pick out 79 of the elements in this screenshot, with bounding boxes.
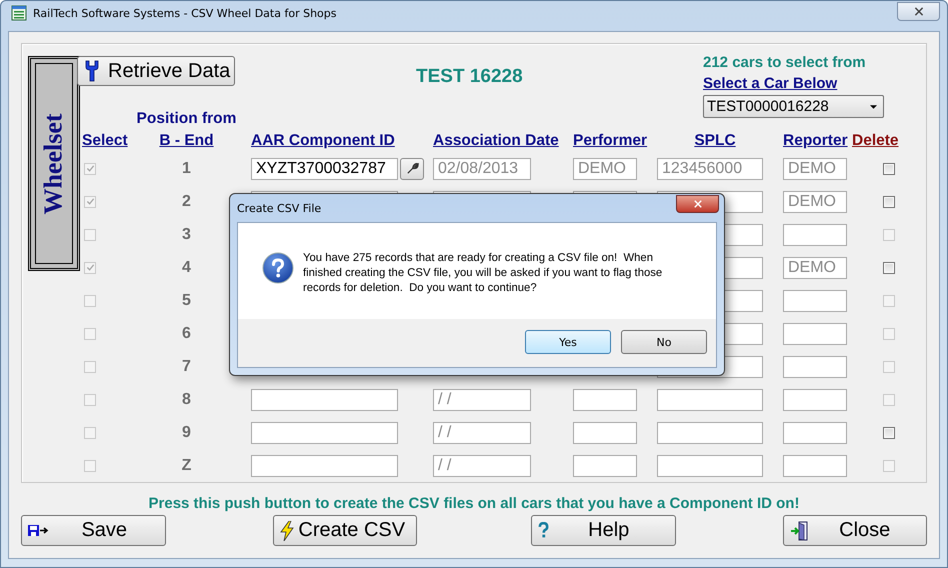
component-id-field[interactable] <box>251 422 398 444</box>
select-car-label: Select a Car Below <box>703 75 838 92</box>
hint-text: Press this push button to create the CSV files on all cars that you have a Component ID on! <box>148 495 800 512</box>
component-id-field[interactable] <box>251 454 398 476</box>
reporter-field[interactable] <box>783 356 847 378</box>
component-id-field[interactable]: XYZT3700032787 <box>251 158 398 180</box>
splc-field[interactable] <box>657 454 763 476</box>
delete-checkbox[interactable] <box>882 426 894 438</box>
select-checkbox[interactable] <box>84 394 96 406</box>
car-count-label: 212 cars to select from <box>703 54 867 71</box>
car-title: TEST 16228 <box>416 66 524 88</box>
close-icon <box>692 200 702 208</box>
position-label: 8 <box>182 390 191 408</box>
select-checkbox[interactable] <box>84 360 96 372</box>
dialog-button[interactable]: Yes <box>525 330 611 354</box>
component-id-field[interactable] <box>251 388 398 410</box>
save-button[interactable]: Save <box>21 515 166 546</box>
lightning-icon <box>280 520 294 540</box>
close-icon <box>914 6 924 16</box>
caret-icon <box>870 104 877 108</box>
reporter-field[interactable] <box>783 322 847 344</box>
position-label: 1 <box>182 160 191 178</box>
question-icon <box>538 522 549 539</box>
select-checkbox[interactable] <box>84 426 96 438</box>
delete-checkbox[interactable] <box>882 162 894 174</box>
help-button[interactable]: Help <box>531 515 676 546</box>
select-checkbox[interactable] <box>84 460 96 472</box>
reporter-field[interactable] <box>783 454 847 476</box>
column-header: AAR Component ID <box>251 132 396 150</box>
column-header: Association Date <box>433 132 560 150</box>
position-label: 2 <box>182 192 191 210</box>
position-label: 9 <box>182 424 191 442</box>
splc-field[interactable] <box>657 422 763 444</box>
delete-checkbox[interactable] <box>882 262 894 274</box>
position-label: 5 <box>182 292 191 310</box>
splc-field[interactable] <box>657 388 763 410</box>
wheelset-tab[interactable]: Wheelset <box>28 56 80 271</box>
delete-checkbox[interactable] <box>882 196 894 208</box>
create-csv-button[interactable]: Create CSV <box>272 515 417 546</box>
column-header: B - End <box>159 132 214 150</box>
column-header: Delete <box>852 132 900 150</box>
select-checkbox[interactable] <box>84 196 96 208</box>
app-icon <box>11 5 27 21</box>
close-button[interactable]: Close <box>782 515 927 546</box>
position-label: Z <box>182 456 192 474</box>
select-checkbox[interactable] <box>84 162 96 174</box>
select-checkbox[interactable] <box>84 328 96 340</box>
column-header: Position from <box>136 110 236 128</box>
wrench-icon <box>84 59 100 83</box>
close-button[interactable] <box>897 2 940 20</box>
column-header: SPLC <box>694 132 736 150</box>
close-button[interactable] <box>676 194 719 212</box>
reporter-field[interactable] <box>783 290 847 312</box>
reporter-field[interactable] <box>783 224 847 246</box>
dialog-button[interactable]: No <box>621 330 707 354</box>
car-dropdown[interactable]: TEST0000016228 <box>703 95 884 118</box>
reporter-field[interactable] <box>783 422 847 444</box>
reporter-field[interactable] <box>783 388 847 410</box>
dialog-title: Create CSV File <box>237 202 322 214</box>
select-checkbox[interactable] <box>84 228 96 240</box>
column-header: Performer <box>573 132 648 150</box>
column-header: Select <box>82 132 129 150</box>
window-title: RailTech Software Systems - CSV Wheel Data for Shops <box>33 6 336 20</box>
position-label: 4 <box>182 258 191 276</box>
performer-field[interactable] <box>573 454 637 476</box>
position-label: 7 <box>182 358 191 376</box>
door-exit-icon <box>790 520 810 540</box>
select-checkbox[interactable] <box>84 294 96 306</box>
position-label: 6 <box>182 324 191 342</box>
wrench-icon <box>406 162 418 175</box>
performer-field[interactable] <box>573 422 637 444</box>
retrieve-data-button[interactable]: Retrieve Data <box>77 56 235 86</box>
position-label: 3 <box>182 226 191 244</box>
floppy-arrow-icon <box>28 524 50 536</box>
lookup-button[interactable] <box>400 158 424 180</box>
question-icon <box>262 252 294 284</box>
dialog-message: You have 275 records that are ready for creating a CSV file on! When finished creating the CSV file, you will be asked if you want to flag those records for deletion. Do you want to continue? <box>303 251 664 296</box>
select-checkbox[interactable] <box>84 262 96 274</box>
performer-field[interactable] <box>573 388 637 410</box>
